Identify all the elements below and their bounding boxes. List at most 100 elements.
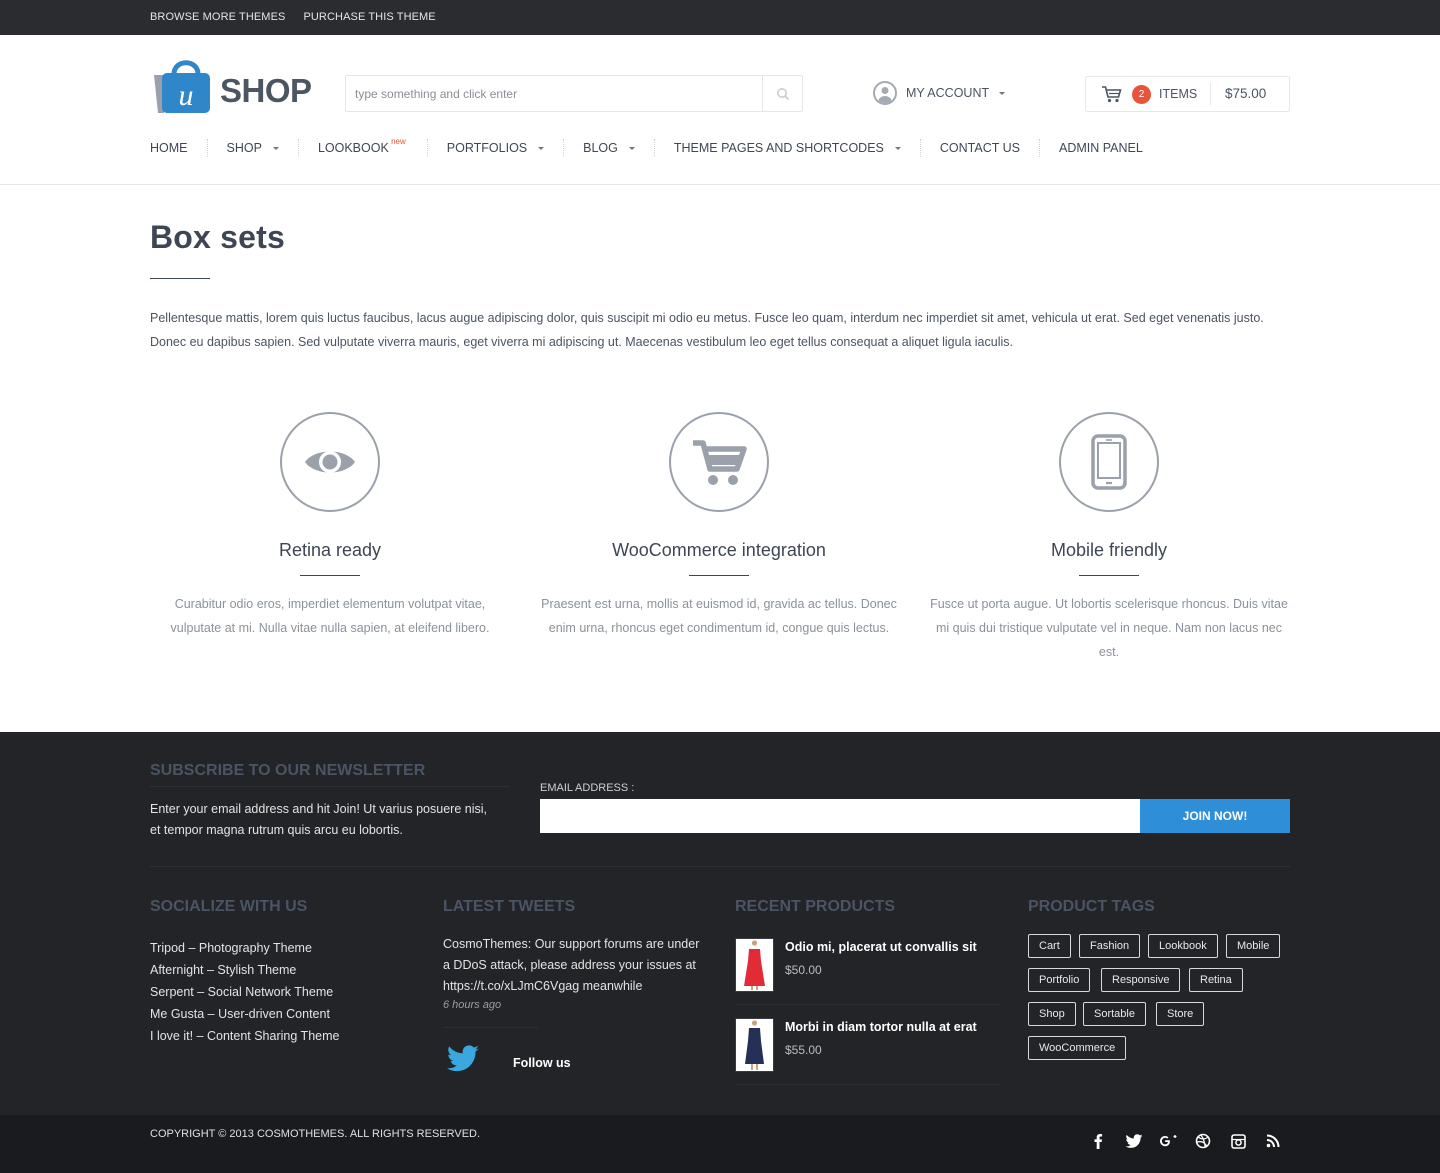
feature-icon-circle <box>280 412 380 512</box>
chevron-down-icon <box>628 146 635 150</box>
tag-mobile[interactable]: Mobile <box>1226 934 1281 958</box>
header-divider <box>0 184 1440 185</box>
socialize-link[interactable]: Serpent – Social Network Theme <box>150 981 339 1003</box>
nav-contact-label: CONTACT US <box>939 141 1020 155</box>
nav-divider <box>426 139 428 157</box>
cart-items-label: ITEMS <box>1159 87 1198 101</box>
google-plus-icon[interactable] <box>1159 1132 1179 1150</box>
tag-cart[interactable]: Cart <box>1028 934 1071 958</box>
intro-text: Pellentesque mattis, lorem quis luctus f… <box>150 311 1264 349</box>
search-button[interactable] <box>762 76 802 111</box>
product-thumbnail[interactable] <box>735 938 774 992</box>
feature-retina: Retina ready Curabitur odio eros, imperd… <box>150 412 510 640</box>
feature-text: Fusce ut porta augue. Ut lobortis sceler… <box>930 597 1288 659</box>
product-price: $55.00 <box>785 1043 822 1057</box>
cart-total: $75.00 <box>1225 86 1267 101</box>
facebook-icon[interactable] <box>1089 1132 1107 1150</box>
socialize-link[interactable]: Tripod – Photography Theme <box>150 937 339 959</box>
search-box <box>345 75 803 112</box>
tag-responsive[interactable]: Responsive <box>1101 968 1181 992</box>
feature-icon-circle <box>1059 412 1159 512</box>
twitter-icon[interactable] <box>1125 1132 1143 1150</box>
twitter-bird-icon <box>447 1045 479 1072</box>
logo[interactable]: u SHOP <box>150 57 312 115</box>
product-divider <box>735 1004 1000 1005</box>
product-name[interactable]: Odio mi, placerat ut convallis sit <box>785 940 977 954</box>
feature-woocommerce: WooCommerce integration Praesent est urn… <box>539 412 899 640</box>
dribbble-icon[interactable] <box>1194 1132 1212 1150</box>
footer <box>0 732 1440 1115</box>
user-avatar-icon <box>873 81 897 105</box>
nav-shop-label: SHOP <box>226 141 262 155</box>
feature-mobile: Mobile friendly Fusce ut porta augue. Ut… <box>929 412 1289 664</box>
follow-us-link[interactable]: Follow us <box>513 1056 571 1070</box>
newsletter-divider <box>150 786 510 787</box>
browse-more-themes-link[interactable]: BROWSE MORE THEMES <box>150 11 285 23</box>
nav-divider <box>919 139 921 157</box>
nav-shop[interactable]: SHOP <box>227 141 279 155</box>
chevron-down-icon <box>894 146 901 150</box>
nav-lookbook-label: LOOKBOOK <box>317 141 389 155</box>
feature-text: Curabitur odio eros, imperdiet elementum… <box>170 597 490 635</box>
socialize-link[interactable]: Me Gusta – User-driven Content <box>150 1003 339 1025</box>
tag-portfolio[interactable]: Portfolio <box>1028 968 1091 992</box>
nav-admin-label: ADMIN PANEL <box>1059 141 1143 155</box>
nav-contact[interactable]: CONTACT US <box>940 141 1020 155</box>
nav-lookbook[interactable]: LOOKBOOK new <box>317 137 406 155</box>
feature-title: WooCommerce integration <box>612 540 826 560</box>
nav-portfolios-label: PORTFOLIOS <box>446 141 528 155</box>
cart-count-badge: 2 <box>1132 85 1151 104</box>
product-tags-title: PRODUCT TAGS <box>1028 898 1155 915</box>
newsletter-title: SUBSCRIBE TO OUR NEWSLETTER <box>150 762 426 779</box>
product-name[interactable]: Morbi in diam tortor nulla at erat <box>785 1020 977 1034</box>
product-thumbnail[interactable] <box>735 1018 774 1072</box>
socialize-link[interactable]: Afternight – Stylish Theme <box>150 959 339 981</box>
product-price: $50.00 <box>785 963 822 977</box>
nav-admin-panel[interactable]: ADMIN PANEL <box>1059 141 1143 155</box>
nav-blog[interactable]: BLOG <box>583 141 635 155</box>
tag-store[interactable]: Store <box>1156 1002 1205 1026</box>
cart-divider <box>1210 83 1211 105</box>
recent-products-title: RECENT PRODUCTS <box>735 898 896 915</box>
email-label: EMAIL ADDRESS : <box>540 782 635 794</box>
tweet-text[interactable]: CosmoThemes: Our support forums are unde… <box>443 934 708 997</box>
nav-home[interactable]: HOME <box>150 141 188 155</box>
copyright-text: COPYRIGHT © 2013 COSMOTHEMES. ALL RIGHTS… <box>150 1128 481 1140</box>
nav-home-label: HOME <box>150 141 188 155</box>
nav-theme-pages[interactable]: THEME PAGES AND SHORTCODES <box>674 141 901 155</box>
bottom-bar <box>0 1115 1440 1173</box>
nav-divider <box>297 139 299 157</box>
tag-fashion[interactable]: Fashion <box>1079 934 1141 958</box>
feature-text: Praesent est urna, mollis at euismod id,… <box>541 597 897 635</box>
join-now-button[interactable]: JOIN NOW! <box>1140 799 1290 833</box>
tag-retina[interactable]: Retina <box>1189 968 1243 992</box>
mobile-phone-icon <box>1091 434 1127 490</box>
email-field[interactable] <box>540 799 1140 833</box>
top-links: BROWSE MORE THEMES PURCHASE THIS THEME <box>150 11 436 23</box>
footer-divider <box>150 866 1290 867</box>
chevron-down-icon <box>272 146 279 150</box>
feature-title: Mobile friendly <box>1050 540 1168 560</box>
nav-portfolios[interactable]: PORTFOLIOS <box>446 141 545 155</box>
tag-lookbook[interactable]: Lookbook <box>1148 934 1218 958</box>
instagram-icon[interactable] <box>1229 1132 1247 1150</box>
tag-sortable[interactable]: Sortable <box>1083 1002 1146 1026</box>
tag-shop[interactable]: Shop <box>1028 1002 1076 1026</box>
nav-divider <box>1039 139 1040 157</box>
rss-icon[interactable] <box>1264 1132 1282 1150</box>
nav-divider <box>563 139 565 157</box>
eye-icon <box>305 451 355 473</box>
logo-text: SHOP <box>220 72 312 109</box>
tag-woocommerce[interactable]: WooCommerce <box>1028 1036 1127 1060</box>
cart-icon <box>1102 86 1122 103</box>
cart-widget[interactable]: 2 ITEMS $75.00 <box>1085 76 1290 112</box>
search-input[interactable] <box>346 76 763 111</box>
purchase-theme-link[interactable]: PURCHASE THIS THEME <box>303 11 435 23</box>
shopping-cart-icon <box>693 440 747 485</box>
socialize-link[interactable]: I love it! – Content Sharing Theme <box>150 1025 339 1047</box>
nav-divider <box>653 139 655 157</box>
my-account-menu[interactable]: MY ACCOUNT <box>873 81 1006 105</box>
feature-title: Retina ready <box>278 540 382 560</box>
feature-underline <box>689 575 749 576</box>
shopping-bag-logo-icon: u <box>154 60 210 113</box>
